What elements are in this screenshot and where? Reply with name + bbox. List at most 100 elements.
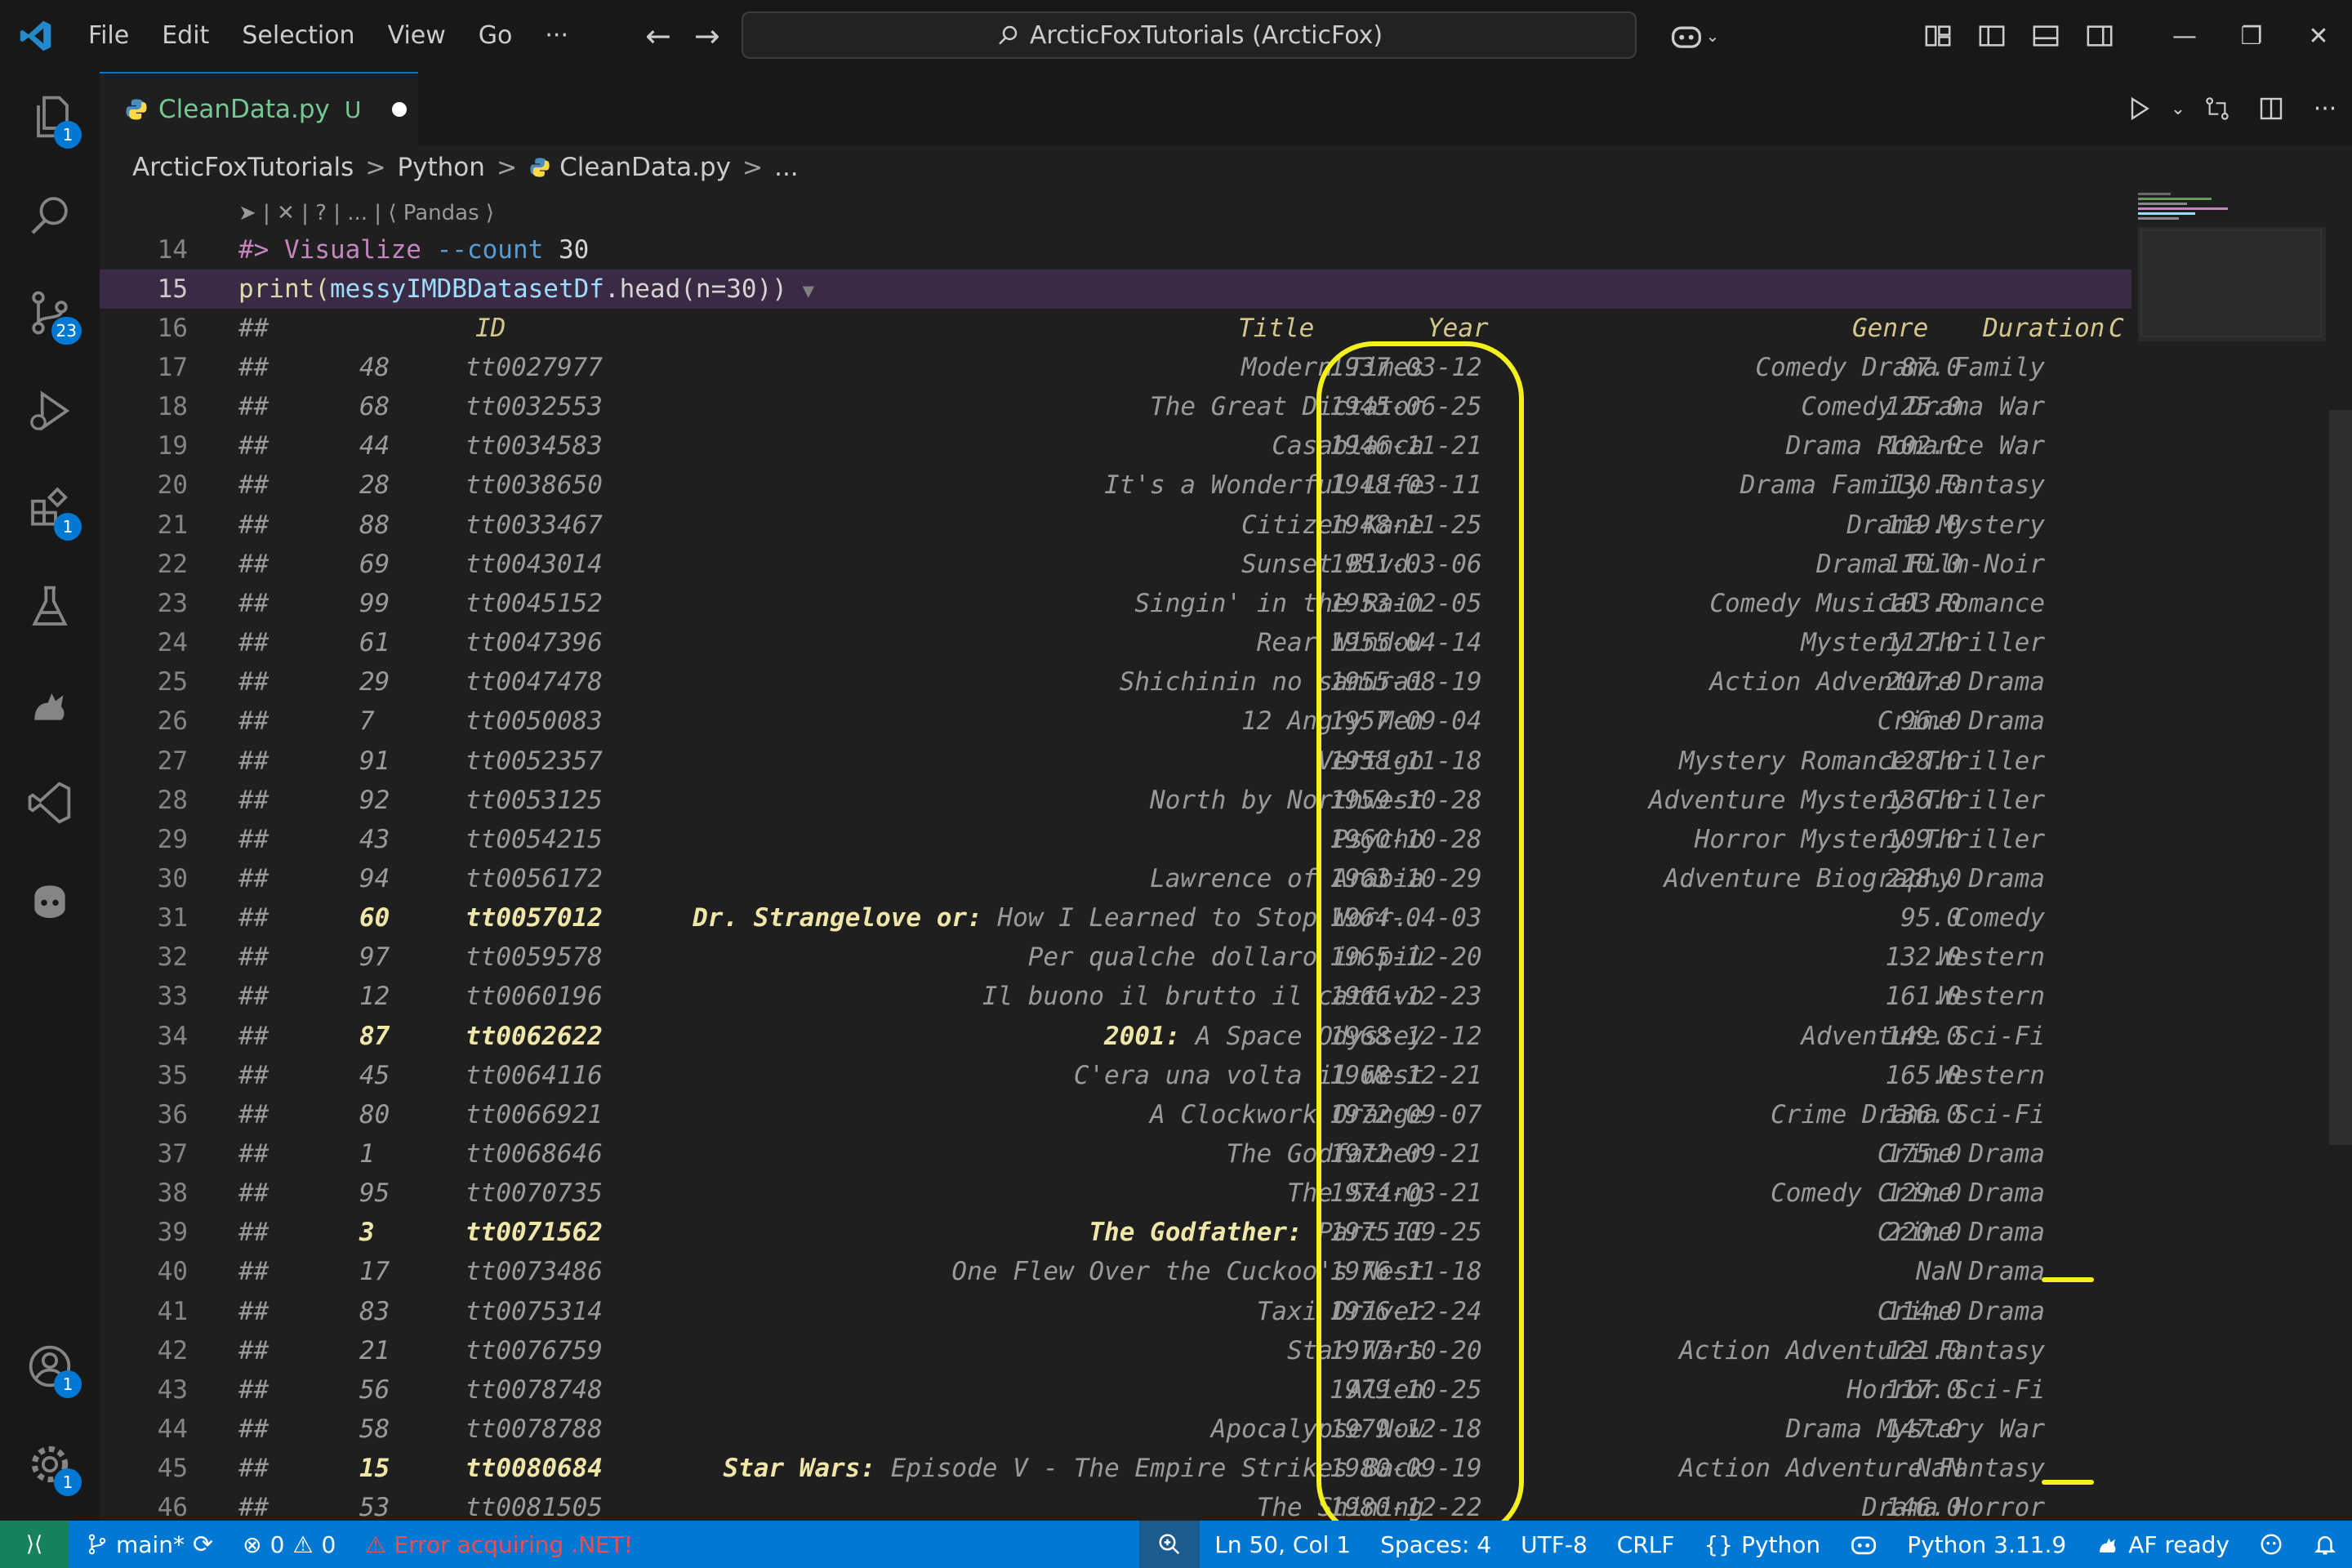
more-actions-icon[interactable]: ··· [2298, 72, 2352, 145]
close-icon[interactable]: ✕ [2285, 0, 2352, 72]
command-center-search[interactable]: ArcticFoxTutorials (ArcticFox) [742, 11, 1637, 59]
year-cell: 1946-11-21 [1330, 431, 1482, 461]
sync-icon[interactable]: ⟳ [193, 1530, 213, 1559]
code-editor[interactable]: ➤ | ✕ | ? | ... | ⟨ Pandas ⟩ 14 #> Visua… [100, 189, 2352, 1521]
copilot-status-icon[interactable] [1835, 1521, 1892, 1568]
menu-go[interactable]: Go [462, 0, 529, 72]
forward-arrow-icon[interactable]: → [683, 18, 732, 54]
encoding[interactable]: UTF-8 [1506, 1521, 1602, 1568]
customize-layout-icon[interactable] [1911, 0, 1965, 72]
row-index: 97 [359, 942, 390, 973]
year-cell: 1964-04-03 [1330, 903, 1482, 933]
row-index: 87 [359, 1021, 390, 1051]
breadcrumb-file[interactable]: CleanData.py [559, 153, 731, 182]
duration-cell: 110.0 [1885, 549, 1962, 579]
unsaved-dot-icon[interactable] [392, 102, 408, 117]
arctic-fox-icon[interactable] [0, 660, 100, 750]
split-editor-icon[interactable] [2244, 72, 2298, 145]
error-count: 0 [270, 1530, 285, 1558]
chevron-down-icon: ⌄ [1705, 26, 1720, 46]
indentation[interactable]: Spaces: 4 [1365, 1521, 1506, 1568]
back-arrow-icon[interactable]: ← [634, 18, 683, 54]
chevron-right-icon: > [496, 153, 518, 182]
year-cell: 1965-12-20 [1330, 942, 1482, 973]
genre-cell: Crime Drama Sci-Fi [1771, 1099, 2045, 1129]
arctic-fox-status[interactable]: AF ready [2081, 1521, 2244, 1568]
breadcrumb-python[interactable]: Python [397, 153, 484, 182]
manage-badge: 1 [54, 1468, 82, 1496]
minimap[interactable] [2132, 189, 2331, 1521]
table-row: 36 ## 80 tt0066921 A Clockwork Orange 1972-09… [100, 1095, 2132, 1134]
year-cell: 1955-08-19 [1330, 667, 1482, 697]
breadcrumb-root[interactable]: ArcticFoxTutorials [132, 153, 354, 182]
source-control-icon[interactable]: 23 [0, 268, 100, 358]
duration-cell: 87.0 [1900, 353, 1962, 382]
restore-icon[interactable]: ❐ [2218, 0, 2285, 72]
table-row: 30 ## 94 tt0056172 Lawrence of Arabia 1963-10… [100, 859, 2132, 898]
year-cell: 1951-03-06 [1330, 549, 1482, 579]
codelens-actions[interactable]: ➤ | ✕ | ? | ... | ⟨ Pandas ⟩ [238, 201, 494, 225]
copilot-icon[interactable]: ⌄ [1658, 0, 1731, 72]
extensions-icon[interactable]: 1 [0, 464, 100, 554]
menu-edit[interactable]: Edit [145, 0, 225, 72]
menu-view[interactable]: View [372, 0, 462, 72]
year-cell: 1974-03-21 [1330, 1178, 1482, 1209]
accounts-badge: 1 [54, 1370, 82, 1398]
genre-cell: Adventure Mystery Thriller [1648, 785, 2045, 815]
copilot-chat-icon[interactable] [0, 856, 100, 946]
title-bold-part: Dr. Strangelove or: [693, 903, 982, 933]
language-mode[interactable]: {} Python [1689, 1521, 1835, 1568]
menu-file[interactable]: File [72, 0, 145, 72]
genre-cell: Western [1938, 982, 2045, 1012]
run-debug-icon[interactable] [0, 366, 100, 456]
dotnet-error[interactable]: ⚠ Error acquiring .NET! [350, 1521, 648, 1568]
row-index: 80 [359, 1099, 390, 1129]
year-cell: 1975-09-25 [1330, 1218, 1482, 1248]
cursor-position[interactable]: Ln 50, Col 1 [1200, 1521, 1365, 1568]
breadcrumb-symbol[interactable]: ... [774, 153, 799, 182]
output-header-row: 16 ## ID Title Year Genre Duration C [100, 309, 2132, 348]
vertical-scrollbar[interactable] [2329, 410, 2352, 1145]
fold-output-icon[interactable]: ▼ [803, 279, 814, 302]
problems-indicator[interactable]: ⊗ 0 ⚠ 0 [228, 1521, 350, 1568]
line-number: 35 [157, 1060, 188, 1090]
output-prefix: ## [238, 1060, 270, 1090]
duration-cell: 128.0 [1885, 746, 1962, 776]
year-cell: 1953-02-05 [1330, 588, 1482, 618]
run-options-chevron-icon[interactable]: ⌄ [2166, 72, 2190, 145]
search-icon[interactable] [0, 170, 100, 260]
git-branch[interactable]: main* ⟳ [69, 1521, 228, 1568]
zoom-icon[interactable] [1139, 1521, 1200, 1568]
toggle-panel-icon[interactable] [2019, 0, 2073, 72]
explorer-icon[interactable]: 1 [0, 72, 100, 162]
title-cell: Star Wars: Episode V - The Empire Strike… [508, 1449, 1424, 1488]
duration-cell: 114.0 [1885, 1296, 1962, 1326]
menu-selection[interactable]: Selection [225, 0, 371, 72]
python-interpreter[interactable]: Python 3.11.9 [1892, 1521, 2081, 1568]
visual-studio-icon[interactable] [0, 758, 100, 848]
table-row: 39 ## 3 tt0071562 The Godfather: Part II 1975… [100, 1213, 2132, 1252]
year-cell: 1937-03-12 [1330, 353, 1482, 382]
testing-flask-icon[interactable] [0, 562, 100, 652]
breadcrumb: ArcticFoxTutorials > Python > CleanData.… [100, 145, 2352, 189]
end-of-line[interactable]: CRLF [1602, 1521, 1690, 1568]
branch-icon [88, 1534, 106, 1555]
remote-indicator-icon[interactable]: ⟩⟨ [0, 1521, 69, 1568]
toggle-primary-sidebar-icon[interactable] [1965, 0, 2019, 72]
extensions-badge: 1 [54, 513, 82, 541]
table-row: 20 ## 28 tt0038650 It's a Wonderful Life 1948… [100, 466, 2132, 505]
feedback-icon[interactable] [2244, 1521, 2298, 1568]
accounts-icon[interactable]: 1 [0, 1321, 100, 1411]
notifications-bell-icon[interactable] [2298, 1521, 2352, 1568]
toggle-secondary-sidebar-icon[interactable] [2073, 0, 2127, 72]
duration-cell: 132.0 [1885, 942, 1962, 973]
minimize-icon[interactable]: — [2151, 0, 2218, 72]
tab-cleandata-py[interactable]: CleanData.py U [100, 72, 418, 145]
compare-changes-icon[interactable] [2190, 72, 2244, 145]
run-python-file-icon[interactable] [2112, 72, 2166, 145]
tab-bar: CleanData.py U ⌄ ··· [100, 72, 2352, 145]
menu-more[interactable]: ··· [528, 0, 585, 72]
warning-count: 0 [321, 1530, 336, 1558]
table-row: 46 ## 53 tt0081505 The Shining 1980-12-22 Dram… [100, 1488, 2132, 1521]
manage-gear-icon[interactable]: 1 [0, 1419, 100, 1509]
